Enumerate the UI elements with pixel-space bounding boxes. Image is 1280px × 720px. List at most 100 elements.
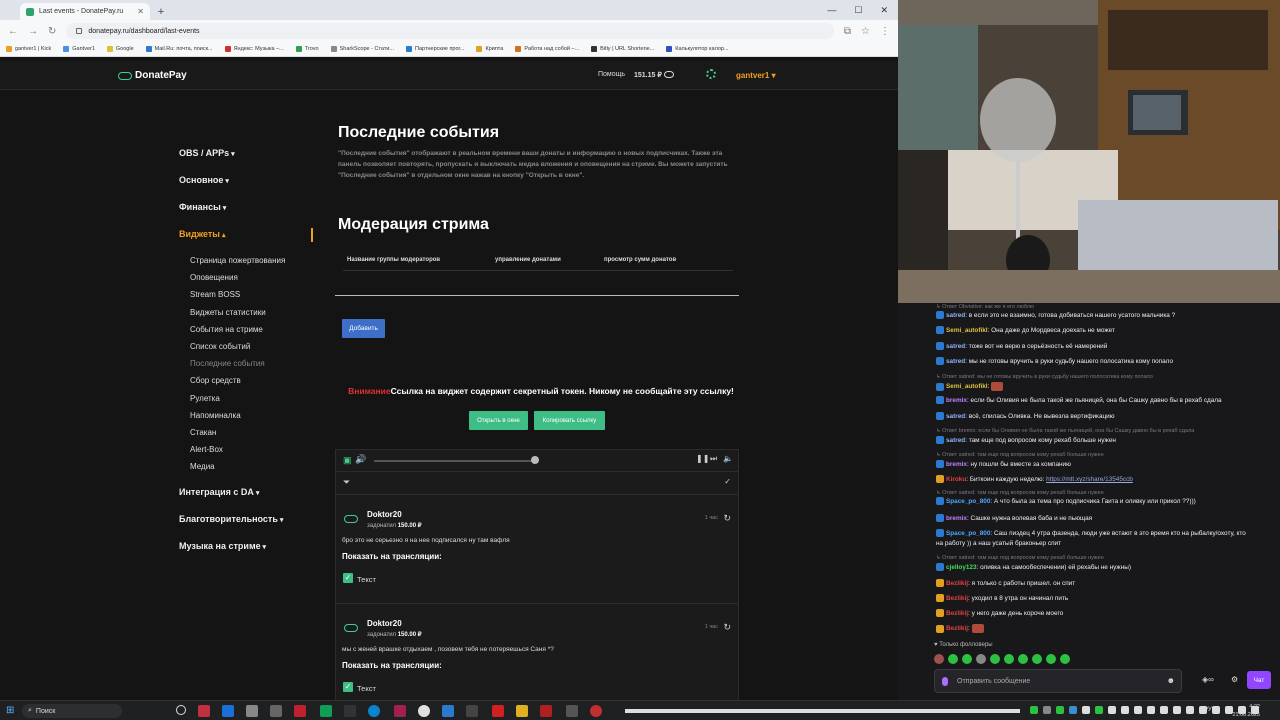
tray-icon[interactable] (1095, 706, 1103, 714)
bookmark-item[interactable]: Bitly | URL Shortene... (591, 46, 654, 52)
chrome-icon[interactable] (418, 705, 430, 717)
menu-icon[interactable]: ⋮ (880, 26, 890, 37)
tray-icon[interactable] (1108, 706, 1116, 714)
chat-send-button[interactable]: Чат (1247, 671, 1271, 689)
close-window-icon[interactable]: ✕ (880, 5, 888, 16)
replay-icon[interactable]: ↻ (723, 513, 731, 524)
chat-username[interactable]: Bezlikij (946, 610, 968, 617)
app-icon-16[interactable] (566, 705, 578, 717)
sidebar-group[interactable]: OBS / APPs ▾ (179, 148, 319, 175)
tray-icon[interactable] (1134, 706, 1142, 714)
sidebar-item[interactable]: Alert-Box (179, 445, 319, 462)
bookmark-item[interactable]: Крипта (476, 46, 503, 52)
sidebar-group[interactable]: Интеграция с DA ▾ (179, 487, 319, 514)
forward-icon[interactable]: → (28, 26, 38, 37)
filter-icon[interactable]: ⏷ (343, 477, 350, 488)
bookmark-item[interactable]: Калькулятор калор... (666, 46, 729, 52)
emote-icon[interactable] (934, 654, 944, 664)
tray-icon[interactable] (1082, 706, 1090, 714)
site-info-icon[interactable] (76, 28, 83, 34)
bookmark-item[interactable]: Mail.Ru: почта, поиск... (145, 46, 213, 52)
sidebar-item[interactable]: Список событий (179, 342, 319, 359)
chat-link[interactable]: https://mtt.xyz/share/13545ccb (1046, 476, 1133, 483)
sidebar-group[interactable]: Благотворительность ▾ (179, 514, 319, 541)
app-icon-11[interactable] (442, 705, 454, 717)
sidebar-item[interactable]: Стакан (179, 428, 319, 445)
media-icon[interactable]: ▣ (343, 455, 352, 466)
chat-username[interactable]: cjelloy123 (946, 564, 977, 571)
emote-icon[interactable] (1060, 654, 1070, 664)
copy-link-button[interactable]: Копировать ссылку (534, 411, 605, 430)
bookmark-item[interactable]: Партнерские прог... (406, 46, 464, 52)
chat-username[interactable]: satred (946, 358, 965, 365)
back-icon[interactable]: ← (8, 26, 18, 37)
url-field[interactable]: donatepay.ru/dashboard/last-events (66, 23, 834, 39)
donatepay-logo[interactable]: DonatePay (118, 70, 187, 81)
sidebar-item[interactable]: Медиа (179, 462, 319, 479)
text-checkbox[interactable]: ✓ (343, 573, 353, 583)
emote-icon[interactable] (976, 654, 986, 664)
volume-icon[interactable]: 🔊 (355, 454, 366, 465)
tray-icon[interactable] (1043, 706, 1051, 714)
clock[interactable]: 4:22 21.08.2025 (1232, 703, 1260, 719)
bookmark-item[interactable]: Gantver1 (63, 46, 95, 52)
user-menu[interactable]: gantver1 ▾ (736, 71, 776, 80)
eye-icon[interactable] (664, 71, 674, 78)
bookmark-item[interactable]: Google (106, 46, 134, 52)
app-icon-9[interactable] (394, 705, 406, 717)
emote-icon[interactable] (1004, 654, 1014, 664)
chat-username[interactable]: Space_po_800 (946, 498, 990, 505)
chat-username[interactable]: satred (946, 343, 965, 350)
check-all-icon[interactable]: ✓ (724, 477, 731, 486)
sidebar-item[interactable]: Рулетка (179, 394, 319, 411)
app-icon-14[interactable] (516, 705, 528, 717)
chat-username[interactable]: bremix (946, 461, 967, 468)
yandex-icon[interactable] (492, 705, 504, 717)
sidebar-group[interactable]: Виджеты ▴ (179, 229, 319, 256)
emote-icon[interactable] (1032, 654, 1042, 664)
browser-tab[interactable]: Last events - DonatePay.ru ✕ (20, 3, 150, 20)
chat-username[interactable]: Space_po_800 (946, 530, 990, 537)
close-tab-icon[interactable]: ✕ (137, 7, 144, 16)
cortana-icon[interactable] (176, 705, 186, 715)
chat-username[interactable]: Semi_autofikl (946, 327, 988, 334)
chat-username[interactable]: satred (946, 312, 965, 319)
emote-icon[interactable] (948, 654, 958, 664)
sidebar-item[interactable]: Страница пожертвования (179, 256, 319, 273)
bookmark-item[interactable]: gantver1 | Kick (6, 46, 51, 52)
chat-username[interactable]: Bezlikij (946, 595, 968, 602)
sidebar-item[interactable]: Оповещения (179, 273, 319, 290)
app-icon-3[interactable] (246, 705, 258, 717)
chat-username[interactable]: Kiroku (946, 476, 966, 483)
sidebar-item[interactable]: Сбор средств (179, 376, 319, 393)
chat-username[interactable]: Semi_autofikl (946, 383, 988, 390)
pause-icon[interactable]: ❚❚ (696, 454, 709, 463)
volume-slider[interactable] (374, 460, 534, 462)
help-link[interactable]: Помощь (598, 71, 625, 78)
tray-icon[interactable] (1160, 706, 1168, 714)
sidebar-item[interactable]: Напоминалка (179, 411, 319, 428)
app-icon-17[interactable] (590, 705, 602, 717)
app-icon-15[interactable] (540, 705, 552, 717)
app-icon-5[interactable] (294, 705, 306, 717)
app-icon-6[interactable] (320, 705, 332, 717)
sidebar-group[interactable]: Финансы ▾ (179, 202, 319, 229)
bookmark-star-icon[interactable]: ☆ (861, 26, 870, 37)
bookmark-item[interactable]: Работа над собой –... (515, 46, 579, 52)
chat-input[interactable]: Отправить сообщение ☻ (934, 669, 1182, 693)
sidebar-group[interactable]: Музыка на стриме ▾ (179, 541, 319, 568)
chat-username[interactable]: Bezlikij (946, 580, 968, 587)
maximize-icon[interactable]: ☐ (854, 5, 862, 16)
chat-username[interactable]: satred (946, 413, 965, 420)
chat-username[interactable]: Bezlikij (946, 625, 968, 632)
taskbar-search[interactable]: ⌕ Поиск (22, 704, 122, 718)
sidebar-item[interactable]: Stream BOSS (179, 290, 319, 307)
tray-icon[interactable] (1030, 706, 1038, 714)
sidebar-item[interactable]: Виджеты статистики (179, 308, 319, 325)
chat-username[interactable]: bremix (946, 515, 967, 522)
edge-icon[interactable] (368, 705, 380, 717)
tray-icon[interactable] (1056, 706, 1064, 714)
tray-icon[interactable] (1069, 706, 1077, 714)
bookmark-item[interactable]: SharkScope - Стати... (330, 46, 394, 52)
replay-icon[interactable]: ↻ (723, 622, 731, 633)
